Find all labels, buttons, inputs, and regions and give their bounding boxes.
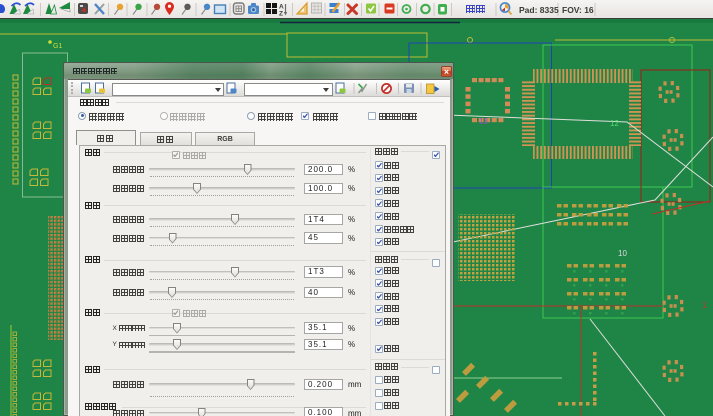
svg-text:A: A xyxy=(279,4,284,11)
svg-text:13: 13 xyxy=(479,117,488,126)
svg-text:1: 1 xyxy=(702,301,707,310)
svg-text:Z: Z xyxy=(279,11,283,18)
svg-text:12: 12 xyxy=(610,119,619,128)
svg-text:10: 10 xyxy=(618,249,627,258)
svg-text:G1: G1 xyxy=(53,43,62,50)
